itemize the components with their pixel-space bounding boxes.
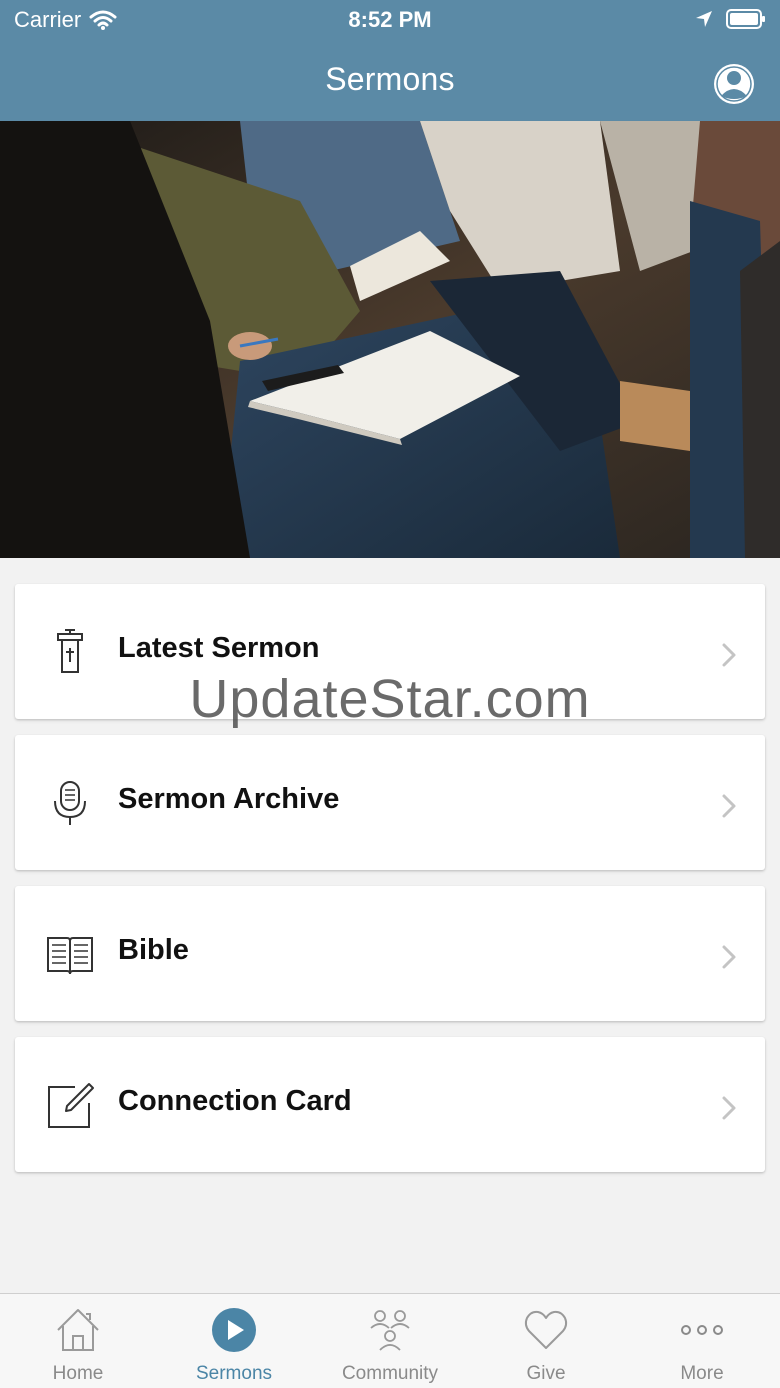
chevron-right-icon bbox=[722, 643, 736, 667]
menu-item-label: Connection Card bbox=[118, 1085, 352, 1117]
location-arrow-icon bbox=[696, 11, 712, 27]
chevron-right-icon bbox=[722, 794, 736, 818]
menu-item-bible[interactable]: Bible bbox=[15, 886, 765, 1021]
chevron-right-icon bbox=[722, 945, 736, 969]
play-icon bbox=[212, 1308, 256, 1352]
status-right bbox=[694, 8, 766, 30]
chevron-right-icon bbox=[722, 1096, 736, 1120]
more-icon bbox=[681, 1325, 723, 1335]
tab-label: More bbox=[680, 1363, 724, 1384]
edit-icon bbox=[48, 1083, 94, 1128]
menu-item-label: Sermon Archive bbox=[118, 783, 340, 815]
tab-bar: Home Sermons Community Give More bbox=[0, 1293, 780, 1388]
heart-icon bbox=[524, 1310, 568, 1349]
menu-item-sermon-archive[interactable]: Sermon Archive bbox=[15, 735, 765, 870]
clock: 8:52 PM bbox=[348, 7, 432, 32]
tab-label: Sermons bbox=[195, 1363, 273, 1384]
congregation-photo bbox=[0, 121, 780, 558]
hero-image bbox=[0, 121, 780, 558]
open-book-icon bbox=[47, 937, 93, 975]
status-bar: Carrier 8:52 PM bbox=[0, 0, 780, 40]
profile-icon[interactable] bbox=[712, 62, 756, 106]
pulpit-icon bbox=[57, 629, 83, 673]
tab-sermons[interactable]: Sermons bbox=[156, 1294, 312, 1388]
tab-more[interactable]: More bbox=[624, 1294, 780, 1388]
menu-item-connection-card[interactable]: Connection Card bbox=[15, 1037, 765, 1172]
microphone-icon bbox=[54, 781, 86, 825]
home-icon bbox=[57, 1309, 99, 1351]
tab-label: Give bbox=[526, 1363, 566, 1384]
menu-item-label: Latest Sermon bbox=[118, 632, 320, 664]
battery-icon bbox=[726, 9, 765, 29]
menu-item-label: Bible bbox=[118, 934, 189, 966]
tab-label: Home bbox=[52, 1363, 104, 1384]
tab-label: Community bbox=[341, 1363, 439, 1384]
header: Carrier 8:52 PM Sermons bbox=[0, 0, 780, 121]
tab-home[interactable]: Home bbox=[0, 1294, 156, 1388]
menu-item-latest-sermon[interactable]: Latest Sermon bbox=[15, 584, 765, 719]
page-title: Sermons bbox=[325, 61, 455, 97]
tab-give[interactable]: Give bbox=[468, 1294, 624, 1388]
menu-list: Latest Sermon Sermon Archive Bible Conne… bbox=[15, 584, 765, 1188]
community-icon bbox=[370, 1310, 410, 1351]
tab-community[interactable]: Community bbox=[312, 1294, 468, 1388]
